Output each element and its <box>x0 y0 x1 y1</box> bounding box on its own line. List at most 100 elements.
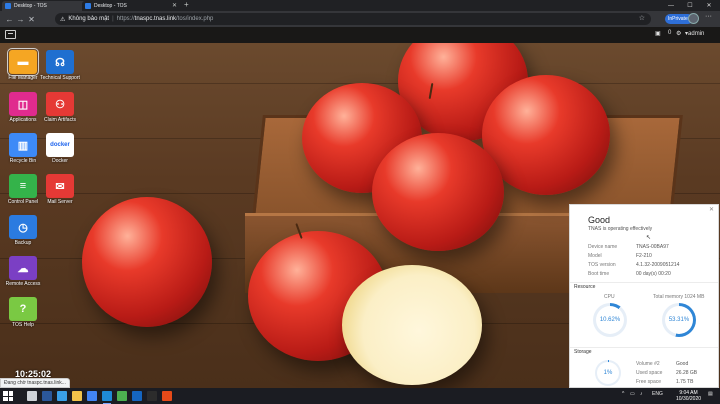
status-title: Good <box>588 215 611 225</box>
tab-title: Desktop - TOS <box>14 3 47 9</box>
desktop-icon-remote-access[interactable]: ☁ Remote Access <box>1 256 45 287</box>
tos-favicon-icon <box>85 3 91 9</box>
taskbar-clock[interactable]: 9:04 AM 10/30/2020 <box>676 390 701 402</box>
apple-image <box>372 133 504 251</box>
back-button[interactable]: ← <box>4 13 15 25</box>
browser-tabbar: Desktop - TOS ✕ Desktop - TOS ✕ + — ☐ ✕ <box>0 0 720 11</box>
desktop-icon-backup[interactable]: ◷ Backup <box>1 215 45 246</box>
model-value: F2-210 <box>636 253 652 259</box>
cpu-label: CPU <box>604 294 615 300</box>
address-bar[interactable]: ⚠ Không bảo mật | https://tnaspc.tnas.li… <box>55 13 651 25</box>
used-space-key: Used space <box>636 370 663 376</box>
tos-header-bar <box>0 27 720 43</box>
forward-button[interactable]: → <box>15 13 26 25</box>
volume-key: Volume #2 <box>636 361 660 367</box>
shopping-bag-icon: ◫ <box>9 92 37 116</box>
volume-value: Good <box>676 361 689 367</box>
folder-icon: ▬ <box>7 48 39 76</box>
used-space-value: 26.28 GB <box>676 370 698 376</box>
icon-label: Technical Support <box>40 75 80 81</box>
tab-title: Desktop - TOS <box>94 3 127 9</box>
help-icon: ? <box>9 297 37 321</box>
notification-center-icon[interactable]: ▤ <box>708 391 713 397</box>
edge-active-icon[interactable] <box>102 391 112 404</box>
task-view-icon[interactable] <box>27 391 37 401</box>
mouse-cursor-icon: ↖ <box>646 235 652 241</box>
app-blue-icon[interactable] <box>132 391 142 401</box>
word-icon[interactable] <box>42 391 52 401</box>
icon-label: Remote Access <box>5 281 41 287</box>
minimize-button[interactable]: — <box>664 0 678 11</box>
memory-percent: 53.31% <box>665 306 693 334</box>
desktop-icon-docker[interactable]: docker Docker <box>38 133 82 164</box>
user-menu[interactable]: ▾admin <box>685 30 704 37</box>
url-prefix: https:// <box>116 16 135 22</box>
cloud-icon: ☁ <box>9 256 37 280</box>
app-dark-icon[interactable] <box>147 391 157 401</box>
icon-label: TOS Help <box>12 322 34 328</box>
profile-avatar[interactable] <box>688 13 699 24</box>
memory-label: Total memory 1024 MB <box>653 294 705 300</box>
browser-icon[interactable] <box>87 391 97 401</box>
memory-usage-gauge: 53.31% <box>662 303 696 337</box>
storage-usage-gauge: 1% <box>595 360 621 386</box>
apple-image <box>82 197 212 327</box>
notification-icon[interactable]: ▣ <box>655 30 661 37</box>
windows-start-icon[interactable] <box>3 391 13 401</box>
tos-version-key: TOS version <box>588 262 616 268</box>
url-path: /tos/index.php <box>176 16 214 22</box>
sliders-icon: ≡ <box>9 174 37 198</box>
desktop-icon-mail-server[interactable]: ✉ Mail Server <box>38 174 82 205</box>
favorite-star-icon[interactable]: ☆ <box>639 14 645 22</box>
free-space-key: Free space <box>636 379 662 385</box>
windows-taskbar: ^ ▭ ♪ ENG 9:04 AM 10/30/2020 ▤ <box>0 388 720 404</box>
desktop-icon-tos-help[interactable]: ? TOS Help <box>1 297 45 328</box>
security-label[interactable]: Không bảo mật <box>68 16 109 22</box>
taskbar-date: 10/30/2020 <box>676 396 702 402</box>
device-name-key: Device name <box>588 244 618 250</box>
new-tab-button[interactable]: + <box>184 0 189 10</box>
close-tab-icon[interactable]: ✕ <box>172 3 177 9</box>
language-indicator[interactable]: ENG <box>652 391 663 397</box>
resource-section-label: Resource <box>574 284 596 290</box>
cpu-percent: 10.62% <box>596 306 624 334</box>
volume-icon[interactable]: ♪ <box>640 391 643 397</box>
boot-time-value: 00 day(s) 00:20 <box>636 271 671 277</box>
desktop-icon-technical-support[interactable]: ☊ Technical Support <box>38 50 82 81</box>
edge-icon[interactable] <box>57 391 67 401</box>
storage-percent: 1% <box>597 362 619 384</box>
url-host: tnaspc.tnas.link <box>134 16 177 22</box>
tos-desktop-switch-icon[interactable] <box>5 30 16 39</box>
stop-button[interactable]: ✕ <box>26 13 37 25</box>
headset-icon: ☊ <box>46 50 74 74</box>
apple-half-image <box>342 265 482 385</box>
device-name-value: TNAS-00BA97 <box>636 244 669 250</box>
close-window-button[interactable]: ✕ <box>702 0 716 11</box>
tos-favicon-icon <box>5 3 11 9</box>
explorer-icon[interactable] <box>72 391 82 401</box>
cpu-usage-gauge: 10.62% <box>593 303 627 337</box>
browser-menu-button[interactable]: ··· <box>705 13 712 20</box>
mail-icon: ✉ <box>46 174 74 198</box>
claim-icon: ⚇ <box>46 92 74 116</box>
warning-icon[interactable]: ⚠ <box>60 16 65 23</box>
network-icon[interactable]: ▭ <box>630 391 635 397</box>
tray-chevron-icon[interactable]: ^ <box>622 391 624 397</box>
model-key: Model <box>588 253 602 259</box>
browser-tab-2[interactable]: Desktop - TOS ✕ <box>82 1 180 11</box>
url-text[interactable]: https://tnaspc.tnas.link/tos/index.php <box>117 16 214 22</box>
maximize-button[interactable]: ☐ <box>683 0 697 11</box>
desktop-icon-claim-artifacts[interactable]: ⚇ Claim Artifacts <box>38 92 82 123</box>
app-green-icon[interactable] <box>117 391 127 401</box>
close-icon[interactable]: ✕ <box>709 206 714 213</box>
settings-icon[interactable]: ⚙ <box>676 30 681 37</box>
icon-label: Backup <box>14 240 32 246</box>
clock-icon: ◷ <box>9 215 37 239</box>
divider: | <box>112 16 114 22</box>
app-red-icon[interactable] <box>162 391 172 401</box>
user-name: admin <box>688 31 705 37</box>
message-count[interactable]: 0 <box>668 30 671 36</box>
icon-label: Docker <box>52 158 68 164</box>
trash-icon: ▥ <box>9 133 37 157</box>
storage-section-label: Storage <box>574 349 592 355</box>
